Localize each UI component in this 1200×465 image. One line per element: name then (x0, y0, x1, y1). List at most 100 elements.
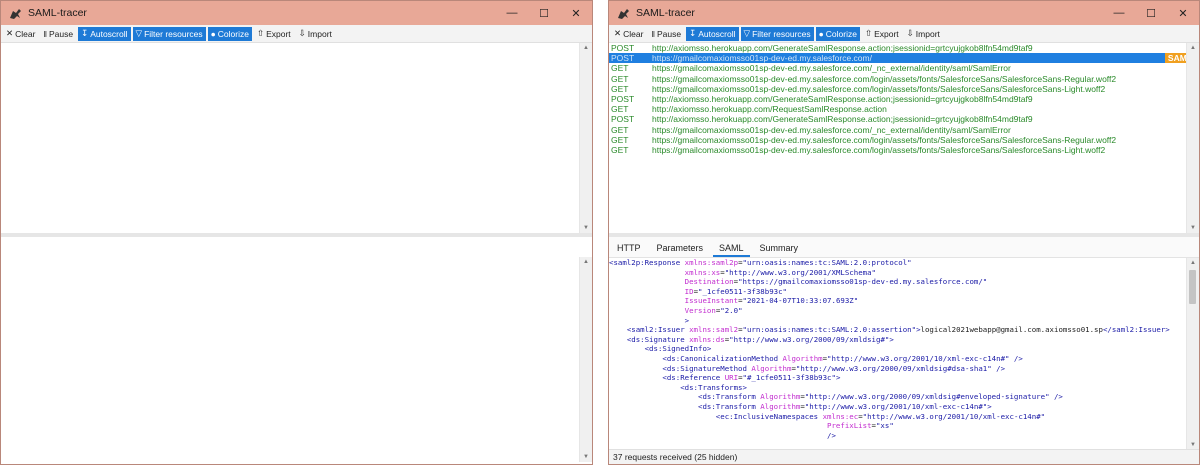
xml-line: IssueInstant="2021-04-07T10:33:07.693Z" (609, 296, 1187, 306)
xml-line: Version="2.0" (609, 306, 1187, 316)
toolbar: ✕ Clear ‖ Pause ↧ Autoscroll ▽ Filter resour… (609, 25, 1199, 43)
tab-saml[interactable]: SAML (711, 243, 752, 257)
saml-xml-viewer[interactable]: <saml2p:Response xmlns:saml2p="urn:oasis… (609, 258, 1187, 450)
title-bar[interactable]: SAML-tracer — ☐ ✕ (609, 1, 1199, 25)
xml-token (609, 412, 716, 421)
scroll-up-arrow-icon[interactable]: ▲ (1187, 258, 1199, 268)
scroll-up-arrow-icon[interactable]: ▲ (1187, 43, 1199, 53)
request-url: http://axiomsso.herokuapp.com/GenerateSa… (652, 114, 1033, 125)
colorize-button[interactable]: ● Colorize (815, 26, 860, 41)
filter-resources-button[interactable]: ▽ Filter resources (740, 26, 814, 41)
request-row[interactable]: POST http://axiomsso.herokuapp.com/Genera… (609, 94, 1199, 104)
tab-http[interactable]: HTTP (609, 243, 649, 257)
xml-token (609, 277, 685, 286)
export-icon: ⇧ (864, 28, 873, 38)
xml-line: <ds:CanonicalizationMethod Algorithm="ht… (609, 354, 1187, 364)
xml-line: <ds:Transform Algorithm="http://www.w3.o… (609, 402, 1187, 412)
pause-label: Pause (656, 28, 682, 39)
scroll-up-arrow-icon[interactable]: ▲ (580, 43, 592, 53)
request-row[interactable]: POST http://axiomsso.herokuapp.com/Genera… (609, 43, 1199, 53)
xml-token: /> (827, 430, 836, 440)
close-icon[interactable]: ✕ (1167, 1, 1199, 25)
saml-tracer-window-right: SAML-tracer — ☐ ✕ ✕ Clear ‖ Pause ↧ Autoscr… (608, 0, 1200, 465)
xml-scrollbar-thumb[interactable] (1189, 270, 1196, 304)
import-button[interactable]: ⇩ Import (904, 27, 943, 41)
xml-token: <ds:Signature (626, 334, 690, 344)
colorize-icon: ● (210, 28, 216, 39)
close-icon[interactable]: ✕ (560, 1, 592, 25)
request-row[interactable]: GET https://gmailcomaxiomsso01sp-dev-ed.m… (609, 135, 1199, 145)
request-row[interactable]: GET http://axiomsso.herokuapp.com/Request… (609, 104, 1199, 114)
xml-token (609, 383, 680, 392)
request-row[interactable]: POST https://gmailcomaxiomsso01sp-dev-ed.… (609, 53, 1199, 64)
request-list-scrollbar[interactable]: ▲ ▼ (1186, 43, 1199, 233)
xml-line: <ds:Transforms> (609, 383, 1187, 393)
status-bar: 37 requests received (25 hidden) (609, 449, 1199, 464)
colorize-button[interactable]: ● Colorize (207, 26, 252, 41)
filter-resources-button[interactable]: ▽ Filter resources (132, 26, 206, 41)
xml-token: <ds:Reference (662, 373, 725, 383)
import-button[interactable]: ⇩ Import (296, 27, 335, 41)
autoscroll-label: Autoscroll (90, 28, 128, 39)
xml-line: ID="_1cfe0511-3f38b93c" (609, 287, 1187, 297)
xml-line: xmlns:xs="http://www.w3.org/2001/XMLSche… (609, 268, 1187, 278)
clear-button[interactable]: ✕ Clear (611, 27, 646, 41)
pause-icon: ‖ (43, 28, 47, 39)
xml-token: "http://www.w3.org/2001/10/xml-exc-c14n#… (804, 401, 988, 411)
xml-line: <saml2:Issuer xmlns:saml2="urn:oasis:nam… (609, 325, 1187, 335)
request-method: POST (611, 53, 635, 64)
minimize-icon[interactable]: — (496, 1, 528, 25)
maximize-icon[interactable]: ☐ (528, 1, 560, 25)
xml-token: Algorithm (782, 353, 823, 363)
xml-token: "http://www.w3.org/2001/10/xml-exc-c14n#… (827, 353, 1010, 363)
xml-scrollbar[interactable]: ▲ ▼ (1186, 258, 1199, 450)
xml-token: "http://www.w3.org/2000/09/xmldsig#" (729, 334, 890, 344)
request-row[interactable]: GET https://gmailcomaxiomsso01sp-dev-ed.m… (609, 84, 1199, 94)
clear-icon: ✕ (614, 28, 622, 38)
xml-token: "http://www.w3.org/2001/10/xml-exc-c14n#… (862, 411, 1046, 421)
request-row[interactable]: GET https://gmailcomaxiomsso01sp-dev-ed.m… (609, 125, 1199, 135)
scroll-up-arrow-icon[interactable]: ▲ (580, 257, 592, 267)
pause-button[interactable]: ‖ Pause (40, 27, 76, 41)
xml-token: xmlns:ec (822, 411, 859, 421)
request-list-scrollbar[interactable]: ▲ ▼ (579, 43, 592, 233)
xml-token: <ds:SignatureMethod (662, 363, 752, 373)
request-url: http://axiomsso.herokuapp.com/RequestSam… (652, 104, 887, 115)
pause-label: Pause (48, 28, 74, 39)
window-title: SAML-tracer (636, 7, 695, 19)
xml-token: xmlns:saml2 (689, 325, 739, 335)
xml-token: Algorithm (751, 363, 792, 373)
detail-scrollbar[interactable]: ▲ ▼ (579, 257, 592, 462)
scroll-down-arrow-icon[interactable]: ▼ (1187, 223, 1199, 233)
title-bar[interactable]: SAML-tracer — ☐ ✕ (1, 1, 592, 25)
saml-tracer-logo-icon (8, 6, 22, 20)
xml-token: URI (724, 373, 739, 383)
detail-tabs: HTTP Parameters SAML Summary (609, 237, 1199, 258)
request-url: https://gmailcomaxiomsso01sp-dev-ed.my.s… (652, 134, 1117, 145)
xml-token: "2.0" (720, 305, 743, 315)
saml-tracer-window-left: SAML-tracer — ☐ ✕ ✕ Clear ‖ Pause ↧ Autoscr… (0, 0, 593, 465)
tab-parameters[interactable]: Parameters (649, 243, 712, 257)
xml-token: Destination (684, 277, 734, 287)
request-row[interactable]: GET https://gmailcomaxiomsso01sp-dev-ed.m… (609, 63, 1199, 73)
maximize-icon[interactable]: ☐ (1135, 1, 1167, 25)
request-row[interactable]: POST http://axiomsso.herokuapp.com/Genera… (609, 114, 1199, 124)
clear-button[interactable]: ✕ Clear (3, 27, 38, 41)
export-button[interactable]: ⇧ Export (254, 27, 294, 41)
xml-token (609, 402, 698, 411)
xml-token (609, 316, 685, 325)
tab-summary[interactable]: Summary (752, 243, 807, 257)
xml-token (609, 325, 627, 334)
pause-icon: ‖ (651, 28, 655, 39)
request-row[interactable]: GET https://gmailcomaxiomsso01sp-dev-ed.m… (609, 74, 1199, 84)
autoscroll-button[interactable]: ↧ Autoscroll (686, 26, 739, 41)
scroll-down-arrow-icon[interactable]: ▼ (580, 452, 592, 462)
scroll-down-arrow-icon[interactable]: ▼ (580, 223, 592, 233)
export-button[interactable]: ⇧ Export (862, 27, 902, 41)
xml-line: <ds:SignatureMethod Algorithm="http://ww… (609, 364, 1187, 374)
minimize-icon[interactable]: — (1103, 1, 1135, 25)
request-row[interactable]: GET https://gmailcomaxiomsso01sp-dev-ed.m… (609, 145, 1199, 155)
autoscroll-button[interactable]: ↧ Autoscroll (78, 26, 131, 41)
request-method: GET (611, 73, 629, 84)
pause-button[interactable]: ‖ Pause (648, 27, 684, 41)
